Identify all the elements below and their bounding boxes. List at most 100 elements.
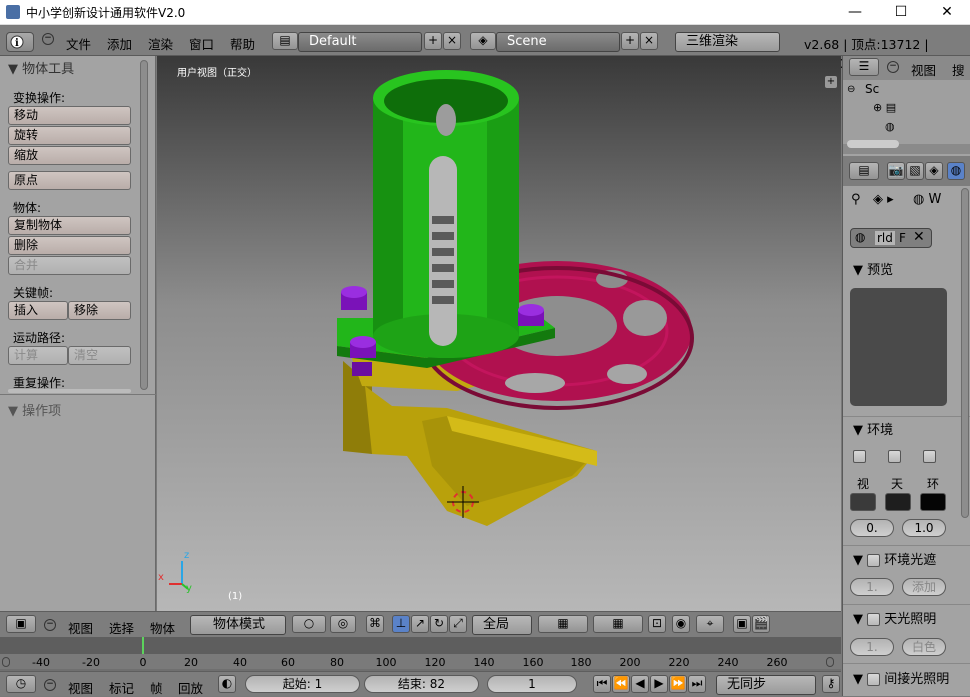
manipulator-icon[interactable]: ⌘ [366,615,384,633]
clear-path-button[interactable]: 清空 [68,346,131,365]
render-animation-icon[interactable]: 🎬 [752,615,770,633]
prev-keyframe-icon[interactable]: ⏪ [612,675,630,693]
zenith-color-swatch[interactable] [885,493,911,511]
outliner-menu-view[interactable]: 视图 [911,60,936,79]
unlink-world-icon[interactable]: ✕ [913,229,925,245]
horizon-color-swatch[interactable] [850,493,876,511]
delete-button[interactable]: 删除 [8,236,131,255]
calculate-path-button[interactable]: 计算 [8,346,68,365]
outliner-editor-icon[interactable]: ☰ [849,58,879,76]
scroll-handle-left[interactable] [2,657,10,667]
ao-factor-field[interactable]: 1. [850,578,894,596]
scale-icon[interactable]: ⤢ [449,615,467,633]
tool-shelf-scrollbar[interactable] [140,60,148,390]
fake-user-button[interactable]: F [899,231,906,245]
shading-select[interactable]: ○ [292,615,326,633]
environment-panel-title[interactable]: ▼ 环境 [853,419,893,438]
timeline-editor-icon[interactable]: ◷ [6,675,36,693]
world-tab-icon[interactable]: ◍ [947,162,965,180]
add-scene-icon[interactable]: + [621,32,639,50]
world-icon[interactable]: ◍ [885,120,895,133]
orientation-select[interactable]: 全局 [472,615,532,635]
outliner-scene-item[interactable]: Sc [865,82,879,96]
mode-select[interactable]: 物体模式 [190,615,286,635]
current-frame-field[interactable]: 1 [487,675,577,693]
pin-icon[interactable]: ⚲ [851,192,861,207]
translate-icon[interactable]: ↗ [411,615,429,633]
jump-start-icon[interactable]: ⏮ [593,675,611,693]
expand-icon[interactable]: ⊖ [847,84,855,95]
record-icon[interactable]: ◐ [218,675,236,693]
scene-icon[interactable]: ◈ [470,32,496,50]
pivot-icon[interactable]: ◎ [330,615,356,633]
menu-file[interactable]: 文件 [66,34,91,53]
render-tab-icon[interactable]: 📷 [887,162,905,180]
current-frame-marker[interactable] [142,637,144,654]
timeline-menu-frame[interactable]: 帧 [150,678,163,697]
maximize-button[interactable]: ☐ [878,0,924,25]
menu-select[interactable]: 选择 [109,618,134,637]
rotate-icon[interactable]: ↻ [430,615,448,633]
timeline[interactable]: -40 -20 0 20 40 60 80 100 120 140 160 18… [0,637,841,671]
timeline-track[interactable] [0,637,841,654]
menu-render[interactable]: 渲染 [148,34,173,53]
properties-scrollbar[interactable] [961,188,969,518]
layout-icon[interactable]: ▤ [272,32,298,50]
blend-sky-checkbox[interactable] [888,450,901,463]
snap-icon[interactable]: ⌖ [696,615,724,633]
render-engine-select[interactable]: 三维渲染 [675,32,780,52]
exposure-field[interactable]: 0. [850,519,894,537]
start-frame-field[interactable]: 起始: 1 [245,675,360,693]
info-editor-icon[interactable]: i [6,32,34,52]
outliner-collapse-icon[interactable]: − [887,61,899,73]
sky-color-select[interactable]: 白色 [902,638,946,656]
sky-light-panel-title[interactable]: ▼ 天光照明 [853,608,936,627]
remove-scene-icon[interactable]: × [640,32,658,50]
scene-model[interactable] [157,56,841,611]
close-button[interactable]: ✕ [924,0,970,25]
proportional-edit-icon[interactable]: ◉ [672,615,690,633]
layout-selector[interactable]: Default [298,32,422,52]
insert-keyframe-button[interactable]: 插入 [8,301,68,320]
sync-mode-select[interactable]: 无同步 [716,675,816,695]
lock-layers-icon[interactable]: ⊡ [648,615,666,633]
sky-energy-field[interactable]: 1. [850,638,894,656]
layers-group-2[interactable]: ▦ [593,615,643,633]
next-keyframe-icon[interactable]: ⏩ [669,675,687,693]
layers-tab-icon[interactable]: ▧ [906,162,924,180]
end-frame-field[interactable]: 结束: 82 [364,675,479,693]
indirect-light-checkbox[interactable] [867,673,881,686]
jump-end-icon[interactable]: ⏭ [688,675,706,693]
menu-add[interactable]: 添加 [107,34,132,53]
world-datablock[interactable]: ◍ rld F ✕ [850,228,932,248]
world-name-field[interactable]: rld [875,231,895,245]
tool-shelf-title[interactable]: ▼ 物体工具 [8,58,74,77]
menu-help[interactable]: 帮助 [230,34,255,53]
scale-button[interactable]: 缩放 [8,146,131,165]
layers-group-1[interactable]: ▦ [538,615,588,633]
minimize-button[interactable]: — [832,0,878,25]
scene-selector[interactable]: Scene [496,32,620,52]
keying-icon[interactable]: ⚷ [822,675,840,693]
3d-viewport[interactable]: 用户视图（正交） + z x y (1) [157,56,841,611]
ao-checkbox[interactable] [867,554,881,567]
duplicate-button[interactable]: 复制物体 [8,216,131,235]
timeline-menu-playback[interactable]: 回放 [178,678,203,697]
timeline-menu-view[interactable]: 视图 [68,678,93,697]
menu-window[interactable]: 窗口 [189,34,214,53]
menu-view[interactable]: 视图 [68,618,93,637]
origin-button[interactable]: 原点 [8,171,131,190]
indirect-light-panel-title[interactable]: ▼ 间接光照明 [853,668,949,687]
ambient-color-swatch[interactable] [920,493,946,511]
real-sky-checkbox[interactable] [923,450,936,463]
scene-tab-icon[interactable]: ◈ [925,162,943,180]
move-button[interactable]: 移动 [8,106,131,125]
editor-type-icon[interactable]: ▣ [6,615,36,633]
paper-sky-checkbox[interactable] [853,450,866,463]
rotate-button[interactable]: 旋转 [8,126,131,145]
scroll-handle-right[interactable] [826,657,834,667]
range-field[interactable]: 1.0 [902,519,946,537]
play-reverse-icon[interactable]: ◀ [631,675,649,693]
properties-editor-icon[interactable]: ▤ [849,162,879,180]
collapse-icon[interactable]: − [42,33,54,45]
